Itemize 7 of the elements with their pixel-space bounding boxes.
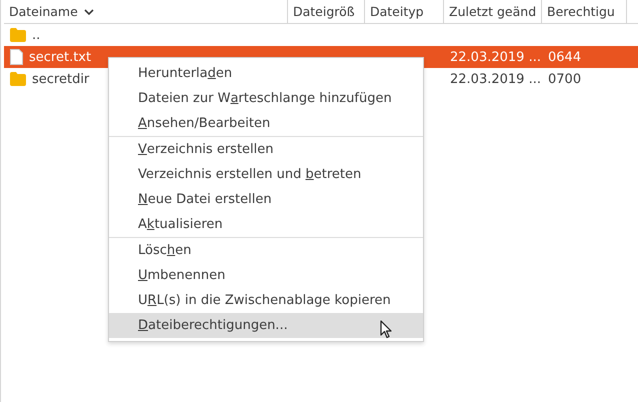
file-name: .. — [32, 28, 40, 42]
file-name: secret.txt — [29, 50, 92, 64]
permissions: 0700 — [548, 72, 582, 86]
modified-date: 22.03.2019 ... — [450, 50, 541, 64]
permissions: 0644 — [548, 50, 582, 64]
modified-date: 22.03.2019 ... — [450, 72, 541, 86]
file-name: secretdir — [32, 72, 90, 86]
